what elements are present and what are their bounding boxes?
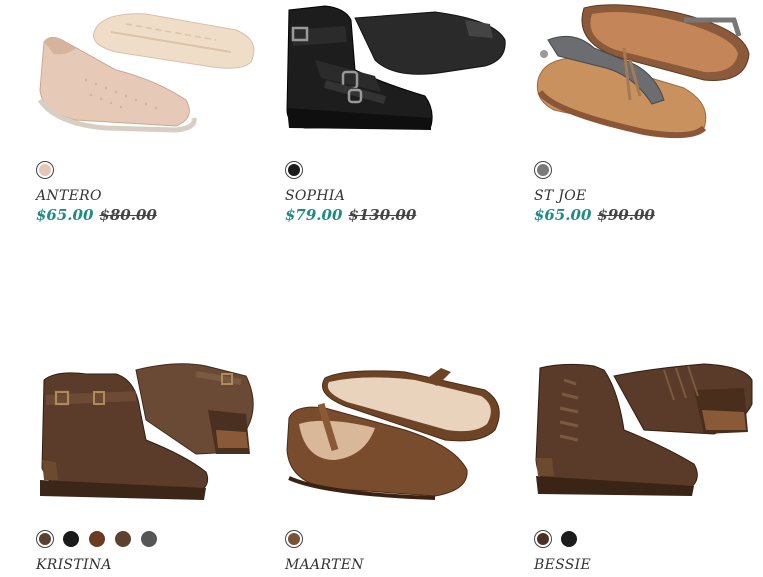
color-swatches [534,161,552,179]
product-name[interactable]: ST JOE [534,188,587,204]
color-swatch[interactable] [36,530,54,548]
product-name[interactable]: SOPHIA [285,188,345,204]
color-swatches [36,530,158,548]
sale-price: $65.00 [36,206,94,224]
swatch-color [141,531,157,547]
color-swatch[interactable] [534,161,552,179]
price-block: $79.00 $130.00 [285,206,416,224]
product-name[interactable]: MAARTEN [285,557,364,573]
color-swatches [285,530,303,548]
shoe-image-st-joe[interactable] [534,0,763,150]
color-swatch[interactable] [62,530,80,548]
swatch-color [537,533,549,545]
original-price: $80.00 [99,206,157,224]
original-price: $90.00 [597,206,655,224]
price-block: $65.00 $80.00 [36,206,157,224]
color-swatch[interactable] [560,530,578,548]
shoe-image-kristina[interactable] [36,360,266,510]
color-swatch[interactable] [285,161,303,179]
shoe-image-antero[interactable] [36,0,266,150]
price-block: $65.00 $90.00 [534,206,655,224]
color-swatches [285,161,303,179]
swatch-color [39,533,51,545]
color-swatch[interactable] [114,530,132,548]
swatch-color [288,533,300,545]
product-name[interactable]: BESSIE [534,557,591,573]
swatch-color [39,164,51,176]
color-swatch[interactable] [534,530,552,548]
swatch-color [63,531,79,547]
color-swatch[interactable] [285,530,303,548]
original-price: $130.00 [348,206,417,224]
shoe-image-sophia[interactable] [285,0,515,150]
color-swatch[interactable] [88,530,106,548]
color-swatches [534,530,578,548]
color-swatch[interactable] [36,161,54,179]
swatch-color [89,531,105,547]
swatch-color [115,531,131,547]
swatch-color [288,164,300,176]
sale-price: $65.00 [534,206,592,224]
swatch-color [537,164,549,176]
color-swatch[interactable] [140,530,158,548]
product-name[interactable]: ANTERO [36,188,102,204]
color-swatches [36,161,54,179]
shoe-image-maarten[interactable] [285,360,515,510]
swatch-color [561,531,577,547]
sale-price: $79.00 [285,206,343,224]
product-name[interactable]: KRISTINA [36,557,112,573]
shoe-image-bessie[interactable] [534,360,763,510]
